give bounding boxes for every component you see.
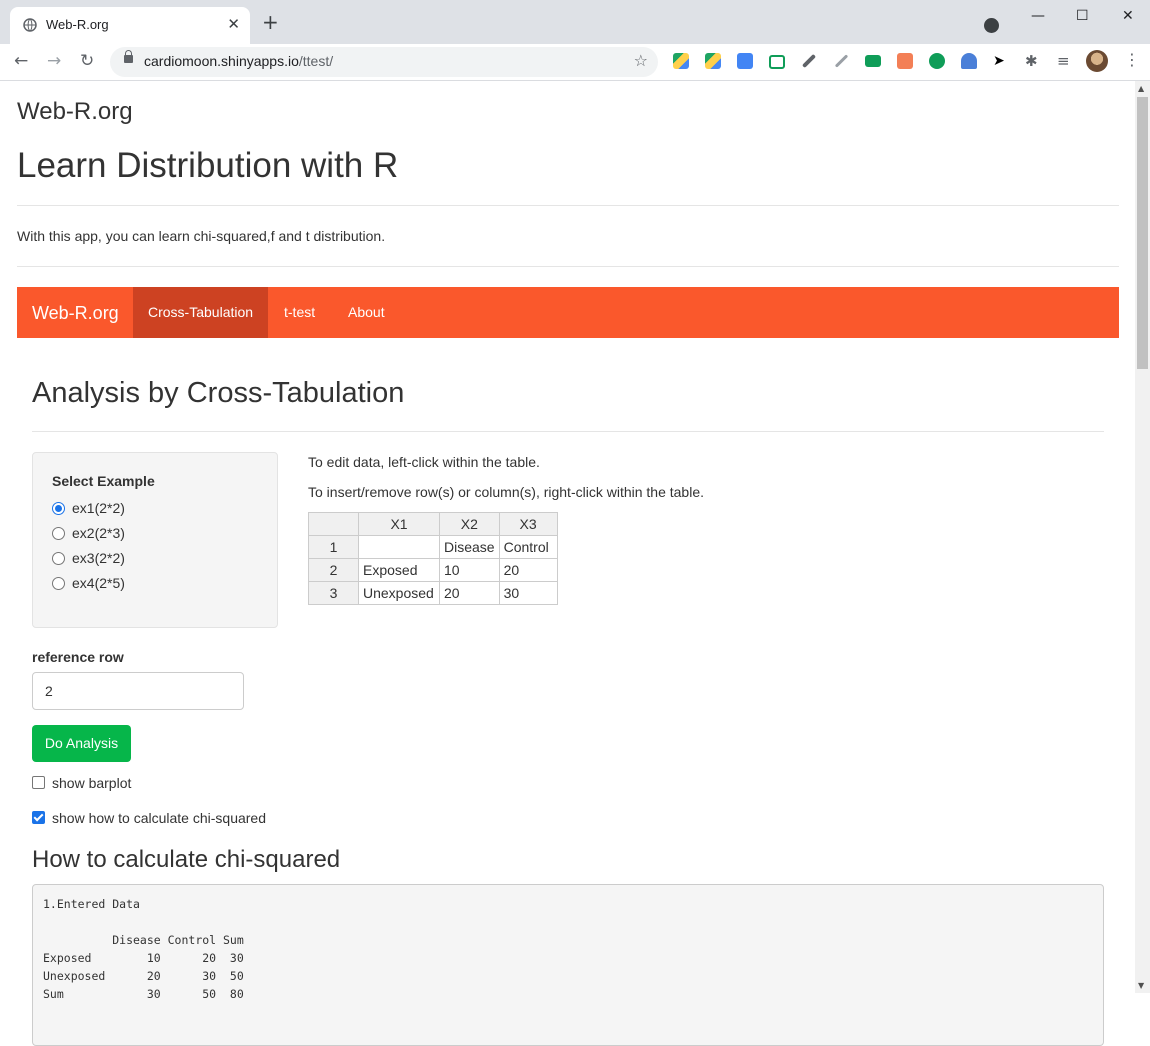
tab-t-test[interactable]: t-test	[269, 287, 330, 338]
browser-tab-strip: Web-R.org ✕ + — ☐ ✕	[0, 0, 1150, 44]
table-cell[interactable]: 20	[498, 558, 558, 582]
minimize-icon[interactable]: —	[1031, 8, 1045, 24]
back-icon[interactable]: ←	[14, 52, 28, 70]
new-tab-icon[interactable]: +	[262, 12, 279, 32]
show-barplot-checkbox[interactable]: show barplot	[32, 775, 131, 791]
table-row: 3 Unexposed 20 30	[308, 581, 558, 605]
radio-unchecked-icon[interactable]	[52, 577, 65, 590]
divider	[17, 205, 1119, 206]
app-navbar: Web-R.org Cross-Tabulation t-test About	[17, 287, 1119, 338]
window-close-icon[interactable]: ✕	[1122, 8, 1134, 24]
tab-about[interactable]: About	[333, 287, 400, 338]
radio-ex1[interactable]: ex1(2*2)	[52, 500, 125, 516]
column-header[interactable]: X3	[498, 512, 558, 536]
table-header-row: X1 X2 X3	[308, 512, 558, 536]
table-cell[interactable]: Exposed	[358, 558, 440, 582]
radio-ex2[interactable]: ex2(2*3)	[52, 525, 125, 541]
tab-title: Web-R.org	[46, 17, 109, 32]
table-row: 1 Disease Control	[308, 535, 558, 559]
section-title: Analysis by Cross-Tabulation	[32, 377, 405, 409]
navbar-brand[interactable]: Web-R.org	[32, 303, 119, 324]
radio-ex3[interactable]: ex3(2*2)	[52, 550, 125, 566]
corner-cell[interactable]	[308, 512, 359, 536]
checkbox-unchecked-icon[interactable]	[32, 776, 45, 789]
row-header[interactable]: 2	[308, 558, 359, 582]
scroll-thumb[interactable]	[1137, 97, 1148, 369]
browser-tab[interactable]: Web-R.org ✕	[10, 7, 250, 44]
extension-green-icon[interactable]	[865, 55, 881, 67]
page-scrollbar[interactable]: ▲ ▼	[1135, 81, 1150, 993]
reload-icon[interactable]: ↻	[80, 52, 94, 70]
google-drive-icon[interactable]	[673, 53, 689, 69]
extensions-puzzle-icon[interactable]: ✱	[1025, 53, 1041, 69]
tab-search-icon[interactable]	[984, 18, 999, 33]
tab-cross-tabulation[interactable]: Cross-Tabulation	[133, 287, 269, 338]
screenshot-icon[interactable]	[769, 55, 785, 69]
translate-icon[interactable]	[737, 53, 753, 69]
close-tab-icon[interactable]: ✕	[227, 15, 240, 33]
profile-avatar[interactable]	[1086, 50, 1108, 72]
data-table[interactable]: X1 X2 X3 1 Disease Control 2 Exposed 10 …	[308, 512, 558, 605]
radio-unchecked-icon[interactable]	[52, 552, 65, 565]
how-to-title: How to calculate chi-squared	[32, 846, 341, 873]
site-name: Web-R.org	[17, 98, 133, 125]
reference-row-input[interactable]: 2	[32, 672, 244, 710]
radio-unchecked-icon[interactable]	[52, 527, 65, 540]
page-description: With this app, you can learn chi-squared…	[17, 228, 386, 244]
column-header[interactable]: X1	[358, 512, 440, 536]
row-header[interactable]: 3	[308, 581, 359, 605]
table-cell[interactable]: 20	[439, 581, 500, 605]
bookmark-star-icon[interactable]: ☆	[634, 51, 648, 70]
reference-row-label: reference row	[32, 649, 124, 665]
example-label: Select Example	[52, 473, 155, 489]
brush-icon[interactable]	[834, 54, 849, 68]
maximize-icon[interactable]: ☐	[1076, 8, 1089, 24]
divider	[32, 431, 1104, 432]
radio-checked-icon[interactable]	[52, 502, 65, 515]
table-row: 2 Exposed 10 20	[308, 558, 558, 582]
column-header[interactable]: X2	[439, 512, 500, 536]
address-bar[interactable]: cardiomoon.shinyapps.io/ttest/ ☆	[110, 47, 658, 77]
evernote-icon[interactable]	[929, 53, 945, 69]
lock-icon	[124, 50, 133, 63]
radio-ex4[interactable]: ex4(2*5)	[52, 575, 125, 591]
example-panel: Select Example ex1(2*2) ex2(2*3) ex3(2*2…	[32, 452, 278, 628]
extension-orange-icon[interactable]	[897, 53, 913, 69]
browser-toolbar: ← → ↻ cardiomoon.shinyapps.io/ttest/ ☆ ➤…	[0, 44, 1150, 81]
table-cell[interactable]: 30	[498, 581, 558, 605]
row-header[interactable]: 1	[308, 535, 359, 559]
cursor-icon[interactable]: ➤	[993, 53, 1009, 69]
scroll-up-icon[interactable]: ▲	[1138, 84, 1144, 93]
page-title: Learn Distribution with R	[17, 146, 399, 185]
forward-icon[interactable]: →	[47, 52, 61, 70]
insert-instruction: To insert/remove row(s) or column(s), ri…	[308, 484, 705, 500]
menu-kebab-icon[interactable]: ⋮	[1124, 50, 1140, 69]
edit-instruction: To edit data, left-click within the tabl…	[308, 454, 540, 470]
media-control-icon[interactable]: ≡	[1057, 53, 1073, 69]
google-drive-icon-2[interactable]	[705, 53, 721, 69]
table-cell[interactable]	[358, 535, 440, 559]
table-cell[interactable]: Disease	[439, 535, 500, 559]
checkbox-checked-icon[interactable]	[32, 811, 45, 824]
divider	[17, 266, 1119, 267]
calculation-output: 1.Entered Data Disease Control Sum Expos…	[32, 884, 1104, 1046]
table-cell[interactable]: Unexposed	[358, 581, 440, 605]
scroll-down-icon[interactable]: ▼	[1138, 981, 1144, 990]
eyedropper-icon[interactable]	[801, 53, 817, 69]
do-analysis-button[interactable]: Do Analysis	[32, 725, 131, 762]
table-cell[interactable]: 10	[439, 558, 500, 582]
extension-blue-icon[interactable]	[961, 53, 977, 69]
globe-icon	[23, 18, 37, 32]
show-chisq-checkbox[interactable]: show how to calculate chi-squared	[32, 810, 266, 826]
url-text: cardiomoon.shinyapps.io/ttest/	[144, 53, 334, 69]
table-cell[interactable]: Control	[498, 535, 558, 559]
